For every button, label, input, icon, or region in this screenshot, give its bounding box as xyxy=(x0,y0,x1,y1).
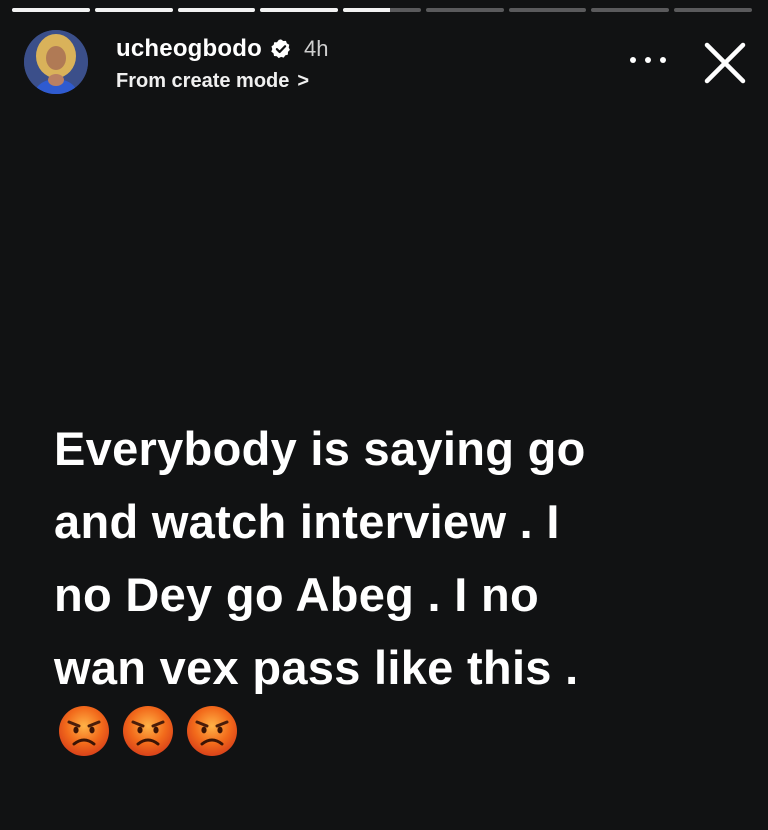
progress-segment xyxy=(343,8,421,12)
story-text: Everybody is saying go and watch intervie… xyxy=(54,412,744,704)
story-text-line: wan vex pass like this . xyxy=(54,641,579,694)
user-info: ucheogbodo 4h From create mode > xyxy=(116,34,328,93)
progress-segment-fill xyxy=(94,8,173,12)
angry-face-icon xyxy=(123,706,173,756)
progress-segment-fill xyxy=(343,8,390,12)
more-options-icon[interactable] xyxy=(630,48,666,72)
progress-segment xyxy=(94,8,173,12)
progress-segment xyxy=(425,8,504,12)
verified-badge-icon xyxy=(271,39,290,59)
chevron-right-icon: > xyxy=(297,70,310,92)
avatar[interactable] xyxy=(24,30,88,94)
progress-segment xyxy=(508,8,587,12)
angry-face-icon xyxy=(187,706,237,756)
story-text-line: and watch interview . I xyxy=(54,495,560,548)
emoji-row xyxy=(58,705,238,757)
story-text-line: no Dey go Abeg . I no xyxy=(54,568,539,621)
progress-segment xyxy=(260,8,339,12)
source-link[interactable]: From create mode > xyxy=(116,70,328,93)
close-icon xyxy=(704,42,746,84)
story-header: ucheogbodo 4h From create mode > xyxy=(24,30,748,94)
avatar-image xyxy=(24,30,88,94)
progress-segment xyxy=(674,8,753,12)
angry-face-icon xyxy=(59,706,109,756)
progress-segment xyxy=(591,8,670,12)
story-text-line: Everybody is saying go xyxy=(54,422,586,475)
time-ago: 4h xyxy=(303,36,329,61)
progress-segment-fill xyxy=(260,8,339,12)
progress-segment xyxy=(177,8,256,12)
progress-segment xyxy=(12,8,90,12)
progress-segment-fill xyxy=(12,8,90,12)
close-button[interactable] xyxy=(702,40,748,86)
story-progress-bar xyxy=(12,8,753,12)
progress-segment-fill xyxy=(177,8,256,12)
username[interactable]: ucheogbodo xyxy=(116,35,262,63)
source-label: From create mode xyxy=(116,70,290,92)
